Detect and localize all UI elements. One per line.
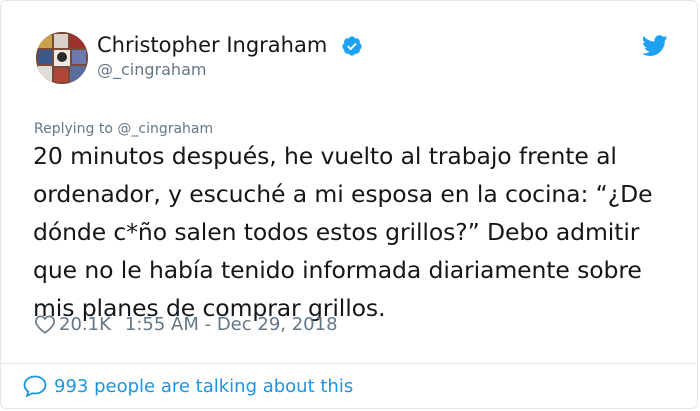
- tweet-timestamp[interactable]: 1:55 AM - Dec 29, 2018: [125, 314, 338, 335]
- replying-to[interactable]: Replying to @_cingraham: [34, 121, 213, 137]
- twitter-bird-icon[interactable]: [642, 35, 668, 57]
- speech-bubble-icon: [23, 375, 47, 397]
- tweet-text: 20 minutos después, he vuelto al trabajo…: [33, 142, 653, 322]
- user-handle[interactable]: @_cingraham: [97, 60, 206, 79]
- tweet-header: Christopher Ingraham @_cingraham: [1, 1, 697, 111]
- avatar[interactable]: [36, 32, 88, 84]
- talking-text[interactable]: 993 people are talking about this: [54, 376, 353, 397]
- like-count[interactable]: 20.1K: [59, 314, 111, 335]
- conversation-link[interactable]: 993 people are talking about this: [23, 373, 353, 399]
- divider: [1, 363, 697, 364]
- tweet-card: Christopher Ingraham @_cingraham Replyin…: [0, 0, 698, 409]
- user-name[interactable]: Christopher Ingraham: [97, 33, 327, 57]
- tweet-meta: 20.1K 1:55 AM - Dec 29, 2018: [34, 311, 338, 337]
- verified-badge-icon: [342, 36, 362, 56]
- heart-outline-icon[interactable]: [34, 314, 56, 334]
